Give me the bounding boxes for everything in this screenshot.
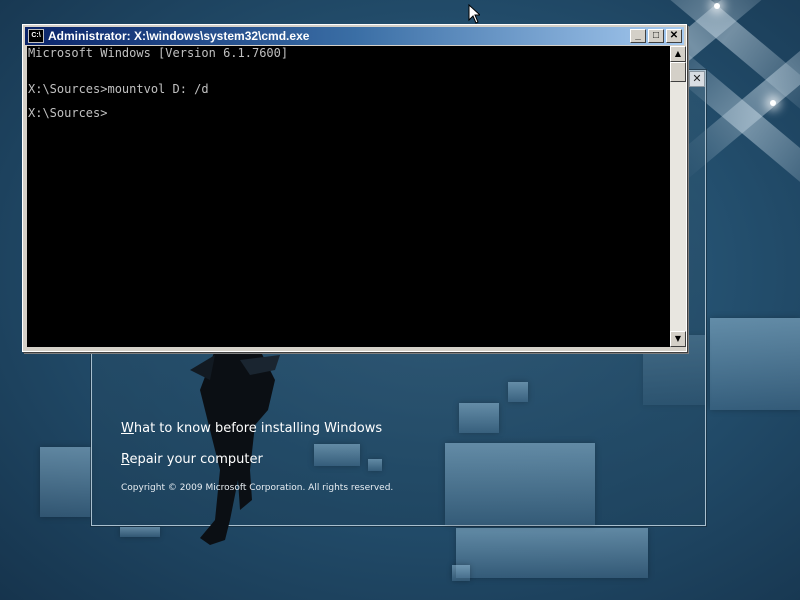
glass-tile — [456, 528, 648, 578]
glass-tile — [452, 565, 470, 581]
maximize-button[interactable]: □ — [648, 29, 664, 43]
close-icon: ✕ — [692, 72, 702, 85]
glass-tile — [368, 459, 382, 471]
sparkle — [770, 100, 776, 106]
cmd-titlebar[interactable]: C:\ Administrator: X:\windows\system32\c… — [25, 27, 684, 45]
close-icon: ✕ — [669, 30, 679, 41]
minimize-icon: _ — [635, 30, 641, 41]
glass-tile — [314, 444, 360, 466]
close-button[interactable]: ✕ — [666, 29, 682, 43]
scroll-up-icon: ▲ — [674, 49, 682, 58]
console-line: Microsoft Windows [Version 6.1.7600] — [28, 46, 289, 60]
cmd-app-icon[interactable]: C:\ — [28, 29, 44, 43]
scroll-down-button[interactable]: ▼ — [670, 331, 686, 347]
scroll-up-button[interactable]: ▲ — [670, 46, 686, 62]
mouse-pointer-icon — [468, 4, 480, 24]
glass-tile — [120, 527, 160, 537]
sparkle — [714, 3, 720, 9]
glass-tile — [459, 403, 499, 433]
window-title: Administrator: X:\windows\system32\cmd.e… — [48, 29, 310, 43]
glass-tile — [508, 382, 528, 402]
scroll-down-icon: ▼ — [674, 334, 682, 343]
console-prompt: X:\Sources> — [28, 106, 108, 120]
glass-tile — [40, 447, 92, 517]
what-to-know-link[interactable]: What to know before installing Windows — [121, 421, 382, 436]
repair-computer-link[interactable]: Repair your computer — [121, 452, 263, 467]
maximize-icon: □ — [652, 30, 660, 41]
cmd-window[interactable]: C:\ Administrator: X:\windows\system32\c… — [22, 24, 687, 352]
console-line: X:\Sources>mountvol D: /d — [28, 82, 209, 96]
glass-tile — [445, 443, 595, 525]
glass-tile — [710, 318, 800, 410]
scrollbar-thumb[interactable] — [670, 62, 686, 82]
copyright-text: Copyright © 2009 Microsoft Corporation. … — [121, 483, 394, 493]
console-output[interactable]: Microsoft Windows [Version 6.1.7600] X:\… — [27, 46, 670, 347]
silhouette-figure — [190, 350, 280, 545]
minimize-button[interactable]: _ — [630, 29, 646, 43]
setup-close-button[interactable]: ✕ — [689, 71, 705, 87]
vertical-scrollbar[interactable]: ▲ ▼ — [670, 46, 686, 347]
